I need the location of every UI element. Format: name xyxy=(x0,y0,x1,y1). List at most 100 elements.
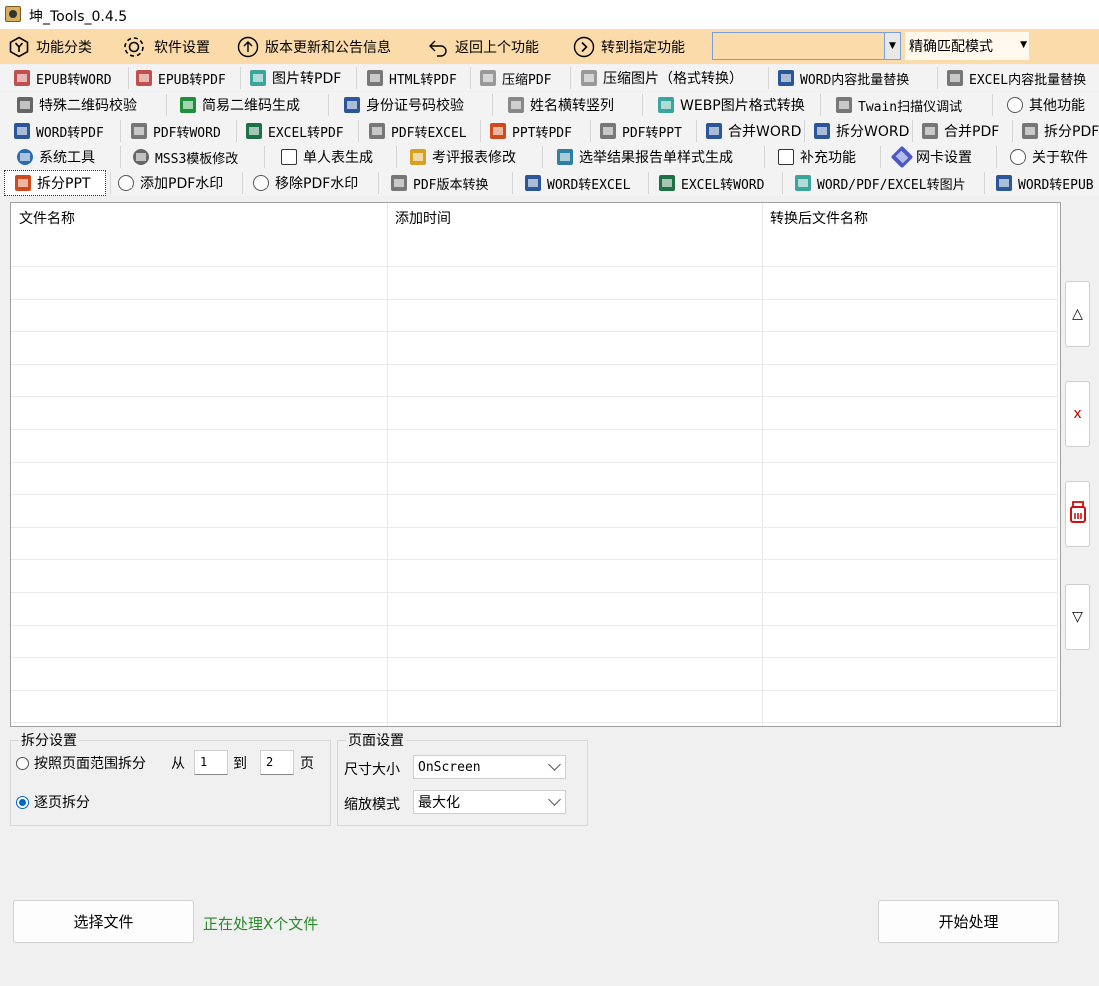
goto-button[interactable]: 转到指定功能 xyxy=(573,29,685,64)
tab-add-pdf-watermark[interactable]: 添加PDF水印 xyxy=(118,170,223,196)
split-per-page-radio[interactable]: 逐页拆分 xyxy=(16,792,90,812)
compress-icon xyxy=(480,70,496,86)
tab-ppt-to-pdf[interactable]: PPT转PDF xyxy=(490,118,572,144)
row-gridline xyxy=(11,462,1058,463)
tab-other-functions[interactable]: 其他功能 xyxy=(1007,92,1085,118)
tab-pdf-to-word[interactable]: PDF转WORD xyxy=(131,118,221,144)
function-search-combo[interactable]: ▼ xyxy=(712,32,901,60)
size-label: 尺寸大小 xyxy=(344,762,400,778)
tab-pdf-version-convert[interactable]: PDF版本转换 xyxy=(391,170,488,196)
tab-compress-image[interactable]: 压缩图片（格式转换） xyxy=(581,65,743,91)
tab-split-word[interactable]: 拆分WORD xyxy=(814,118,909,144)
size-select[interactable]: OnScreen xyxy=(413,755,566,779)
tab-split-pdf[interactable]: 拆分PDF xyxy=(1022,118,1099,144)
update-button[interactable]: 版本更新和公告信息 xyxy=(237,29,391,64)
gear-icon xyxy=(133,149,149,165)
tab-evaluation-report[interactable]: 考评报表修改 xyxy=(410,144,516,170)
tab-epub-to-word[interactable]: EPUB转WORD xyxy=(14,65,112,91)
page-settings-title: 页面设置 xyxy=(346,730,406,750)
tab-simple-qr-generate[interactable]: 简易二维码生成 xyxy=(180,92,300,118)
tab-special-qr-check[interactable]: 特殊二维码校验 xyxy=(17,92,137,118)
row-gridline xyxy=(11,266,1058,267)
tab-word-pdf-excel-to-image[interactable]: WORD/PDF/EXCEL转图片 xyxy=(795,170,966,196)
tab-word-to-pdf[interactable]: WORD转PDF xyxy=(14,118,104,144)
tab-row-2: 特殊二维码校验 简易二维码生成 身份证号码校验 姓名横转竖列 WEBP图片格式转… xyxy=(0,92,1099,118)
zoom-select[interactable]: 最大化 xyxy=(413,790,566,814)
watermark-icon xyxy=(253,175,269,191)
category-label: 功能分类 xyxy=(36,39,92,56)
clipboard-icon xyxy=(557,149,573,165)
file-list[interactable]: 文件名称 添加时间 转换后文件名称 xyxy=(10,202,1061,727)
update-label: 版本更新和公告信息 xyxy=(265,39,391,56)
ppt-icon xyxy=(490,123,506,139)
app-icon xyxy=(5,6,21,22)
compress-icon xyxy=(581,70,597,86)
pdf-icon xyxy=(367,70,383,86)
row-gridline xyxy=(11,657,1058,658)
tab-id-card-check[interactable]: 身份证号码校验 xyxy=(344,92,464,118)
excel-icon xyxy=(947,70,963,86)
tab-election-report[interactable]: 选举结果报告单样式生成 xyxy=(557,144,733,170)
more-icon xyxy=(1007,97,1023,113)
to-page-input[interactable]: 2 xyxy=(260,750,294,775)
close-icon: x xyxy=(1073,406,1082,422)
triangle-down-icon: ▽ xyxy=(1072,609,1083,625)
tab-name-horizontal-vertical[interactable]: 姓名横转竖列 xyxy=(508,92,614,118)
remove-item-button[interactable]: x xyxy=(1065,381,1090,447)
tab-word-to-epub[interactable]: WORD转EPUB xyxy=(996,170,1094,196)
category-button[interactable]: 功能分类 xyxy=(8,29,92,64)
back-button[interactable]: 返回上个功能 xyxy=(427,29,539,64)
move-up-button[interactable]: △ xyxy=(1065,281,1090,347)
clear-icon xyxy=(1069,500,1087,528)
tab-single-table[interactable]: 单人表生成 xyxy=(281,144,373,170)
tab-split-ppt[interactable]: 拆分PPT xyxy=(4,170,106,196)
tab-mss3-template[interactable]: MSS3模板修改 xyxy=(133,144,238,170)
tab-image-to-pdf[interactable]: 图片转PDF xyxy=(250,65,341,91)
document-icon xyxy=(508,97,524,113)
clear-list-button[interactable] xyxy=(1065,481,1090,547)
tab-twain-scanner[interactable]: Twain扫描仪调试 xyxy=(836,92,962,118)
column-add-time[interactable]: 添加时间 xyxy=(387,203,762,233)
column-converted-name[interactable]: 转换后文件名称 xyxy=(762,203,1060,233)
row-gridline xyxy=(11,625,1058,626)
settings-button[interactable]: 软件设置 xyxy=(120,29,210,64)
tab-webp-convert[interactable]: WEBP图片格式转换 xyxy=(658,92,805,118)
tab-excel-to-pdf[interactable]: EXCEL转PDF xyxy=(246,118,344,144)
tab-word-to-excel[interactable]: WORD转EXCEL xyxy=(525,170,630,196)
tab-network-card[interactable]: 网卡设置 xyxy=(890,144,972,170)
tab-pdf-to-excel[interactable]: PDF转EXCEL xyxy=(369,118,467,144)
tab-supplementary[interactable]: 补充功能 xyxy=(778,144,856,170)
tab-merge-pdf[interactable]: 合并PDF xyxy=(922,118,999,144)
row-gridline xyxy=(11,690,1058,691)
choose-file-button[interactable]: 选择文件 xyxy=(13,900,194,943)
gear-icon xyxy=(17,149,33,165)
tab-pdf-to-ppt[interactable]: PDF转PPT xyxy=(600,118,682,144)
split-by-range-radio[interactable]: 按照页面范围拆分 xyxy=(16,753,146,773)
tab-about[interactable]: 关于软件 xyxy=(1010,144,1088,170)
from-page-input[interactable]: 1 xyxy=(194,750,228,775)
main-toolbar: 功能分类 软件设置 版本更新和公告信息 返回上个功能 转到指定功能 ▼ 精确匹配… xyxy=(0,29,1099,64)
tab-excel-batch-replace[interactable]: EXCEL内容批量替换 xyxy=(947,65,1086,91)
word-icon xyxy=(778,70,794,86)
column-file-name[interactable]: 文件名称 xyxy=(11,203,387,233)
tab-remove-pdf-watermark[interactable]: 移除PDF水印 xyxy=(253,170,358,196)
start-process-button[interactable]: 开始处理 xyxy=(878,900,1059,943)
tab-compress-pdf[interactable]: 压缩PDF xyxy=(480,65,551,91)
zoom-value: 最大化 xyxy=(418,795,460,811)
word-icon xyxy=(996,175,1012,191)
move-down-button[interactable]: ▽ xyxy=(1065,584,1090,650)
tab-merge-word[interactable]: 合并WORD xyxy=(706,118,801,144)
network-icon xyxy=(890,145,914,169)
row-gridline xyxy=(11,527,1058,528)
match-mode-select[interactable]: 精确匹配模式 ▼ xyxy=(905,32,1029,60)
combo-dropdown-icon[interactable]: ▼ xyxy=(884,33,900,59)
size-value: OnScreen xyxy=(418,759,481,775)
tab-word-batch-replace[interactable]: WORD内容批量替换 xyxy=(778,65,909,91)
row-gridline xyxy=(11,396,1058,397)
tab-excel-to-word[interactable]: EXCEL转WORD xyxy=(659,170,764,196)
tab-system-tools[interactable]: 系统工具 xyxy=(17,144,95,170)
watermark-icon xyxy=(118,175,134,191)
document-icon xyxy=(281,149,297,165)
tab-epub-to-pdf[interactable]: EPUB转PDF xyxy=(136,65,226,91)
tab-html-to-pdf[interactable]: HTML转PDF xyxy=(367,65,457,91)
